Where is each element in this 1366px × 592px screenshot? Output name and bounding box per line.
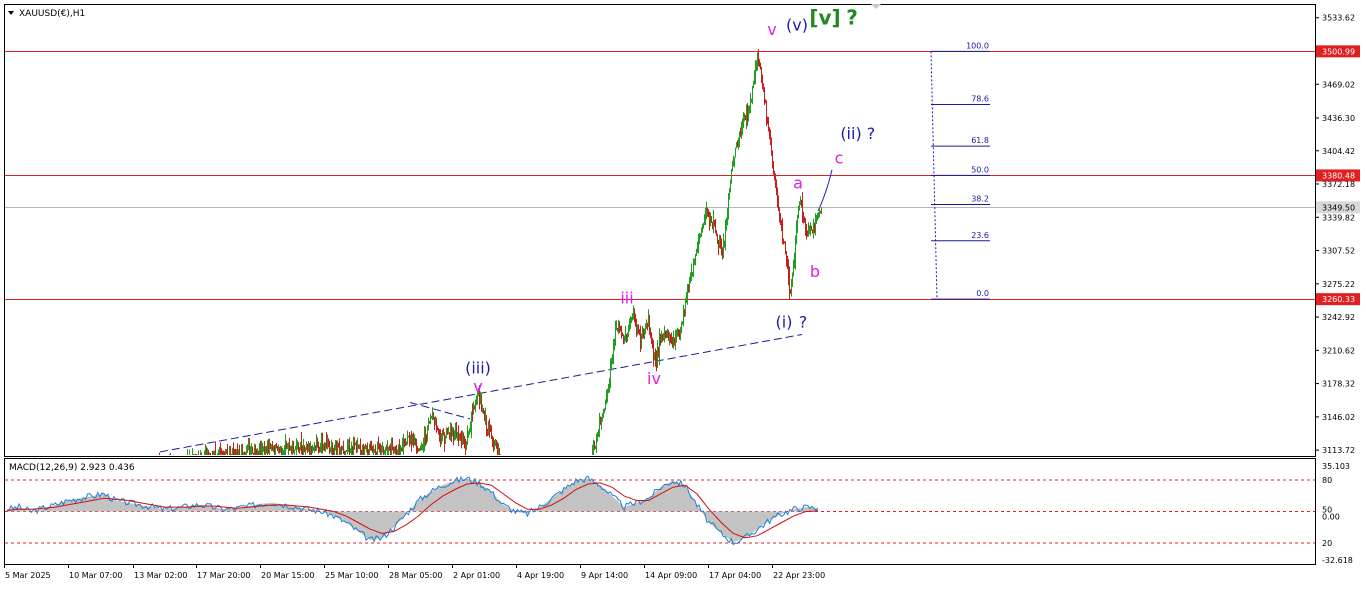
wave-label-13: v xyxy=(473,377,482,396)
wave-label-5: c xyxy=(835,149,844,168)
macd-tick-label-1: 80 xyxy=(1322,476,1332,485)
time-tick-label-6: 28 Mar 05:00 xyxy=(389,571,442,580)
wave-label-12: (iii) xyxy=(465,359,491,378)
price-tick-label-9: 3210.62 xyxy=(1322,346,1355,355)
fib-level-label-0: 100.0 xyxy=(966,41,989,50)
level-tag-label-0: 3500.99 xyxy=(1322,47,1355,56)
price-tick-label-3: 3404.42 xyxy=(1322,147,1355,156)
price-tick-label-2: 3436.30 xyxy=(1322,114,1355,123)
chart-canvas[interactable]: 100.0 78.6 61.8 50.0 38.2 23.6 0.0 v (v) [v] ? a c (… xyxy=(0,0,1366,588)
time-tick-label-10: 14 Apr 09:00 xyxy=(645,571,697,580)
price-tick-label-8: 3242.92 xyxy=(1322,313,1355,322)
macd-tick-label-3: 0.00 xyxy=(1322,513,1340,522)
current-price-tag-label: 3349.50 xyxy=(1322,203,1355,212)
time-tick-label-3: 17 Mar 20:00 xyxy=(197,571,250,580)
wave-label-4: a xyxy=(793,173,803,192)
wave-label-8: b xyxy=(810,262,820,281)
wave-label-11: ? xyxy=(799,312,808,331)
time-tick-label-9: 9 Apr 14:00 xyxy=(581,571,628,580)
wave-label-10: (i) xyxy=(776,312,793,331)
time-tick-label-4: 20 Mar 15:00 xyxy=(261,571,314,580)
fib-level-label-6: 0.0 xyxy=(976,289,989,298)
fib-level-label-5: 23.6 xyxy=(971,231,989,240)
wave-label-0: v xyxy=(767,20,776,39)
price-tick-label-10: 3178.32 xyxy=(1322,380,1355,389)
price-tick-label-5: 3339.82 xyxy=(1322,213,1355,222)
price-tick-label-7: 3275.22 xyxy=(1322,280,1355,289)
price-tick-label-11: 3146.02 xyxy=(1322,413,1355,422)
time-tick-label-11: 17 Apr 04:00 xyxy=(709,571,761,580)
fib-level-label-1: 78.6 xyxy=(971,94,989,103)
wave-label-14: iv xyxy=(647,369,661,388)
time-tick-label-1: 10 Mar 07:00 xyxy=(69,571,122,580)
price-tick-label-1: 3469.02 xyxy=(1322,80,1355,89)
wave-label-1: (v) xyxy=(786,16,808,35)
time-tick-label-7: 2 Apr 01:00 xyxy=(453,571,500,580)
price-tick-label-12: 3113.72 xyxy=(1322,446,1355,455)
time-tick-label-0: 5 Mar 2025 xyxy=(5,571,51,580)
wave-label-7: ? xyxy=(867,124,876,143)
macd-tick-label-4: 20 xyxy=(1322,539,1332,548)
wave-label-6: (ii) xyxy=(840,124,861,143)
level-tag-label-1: 3380.48 xyxy=(1322,171,1355,180)
price-tick-label-6: 3307.52 xyxy=(1322,247,1355,256)
symbol-title: XAUUSD(€),H1 xyxy=(19,9,85,19)
time-tick-label-2: 13 Mar 02:00 xyxy=(134,571,187,580)
time-tick-label-8: 4 Apr 19:00 xyxy=(517,571,564,580)
wave-label-3: ? xyxy=(846,6,858,30)
time-tick-label-5: 25 Mar 10:00 xyxy=(325,571,378,580)
wave-label-2: [v] xyxy=(809,6,840,30)
time-tick-label-12: 22 Apr 23:00 xyxy=(773,571,825,580)
macd-tick-label-5: -32.618 xyxy=(1322,556,1353,565)
chart-root: 100.0 78.6 61.8 50.0 38.2 23.6 0.0 v (v) [v]? a c (… xyxy=(0,0,1366,588)
fib-level-label-2: 61.8 xyxy=(971,136,989,145)
macd-tick-label-0: 35.103 xyxy=(1322,462,1350,471)
fib-level-label-4: 38.2 xyxy=(971,195,989,204)
fib-level-label-3: 50.0 xyxy=(971,165,989,174)
wave-label-9: iii xyxy=(620,289,633,308)
macd-title: MACD(12,26,9) 2.923 0.436 xyxy=(9,463,135,473)
price-tick-label-0: 3533.62 xyxy=(1322,14,1355,23)
level-tag-label-2: 3260.33 xyxy=(1322,295,1355,304)
